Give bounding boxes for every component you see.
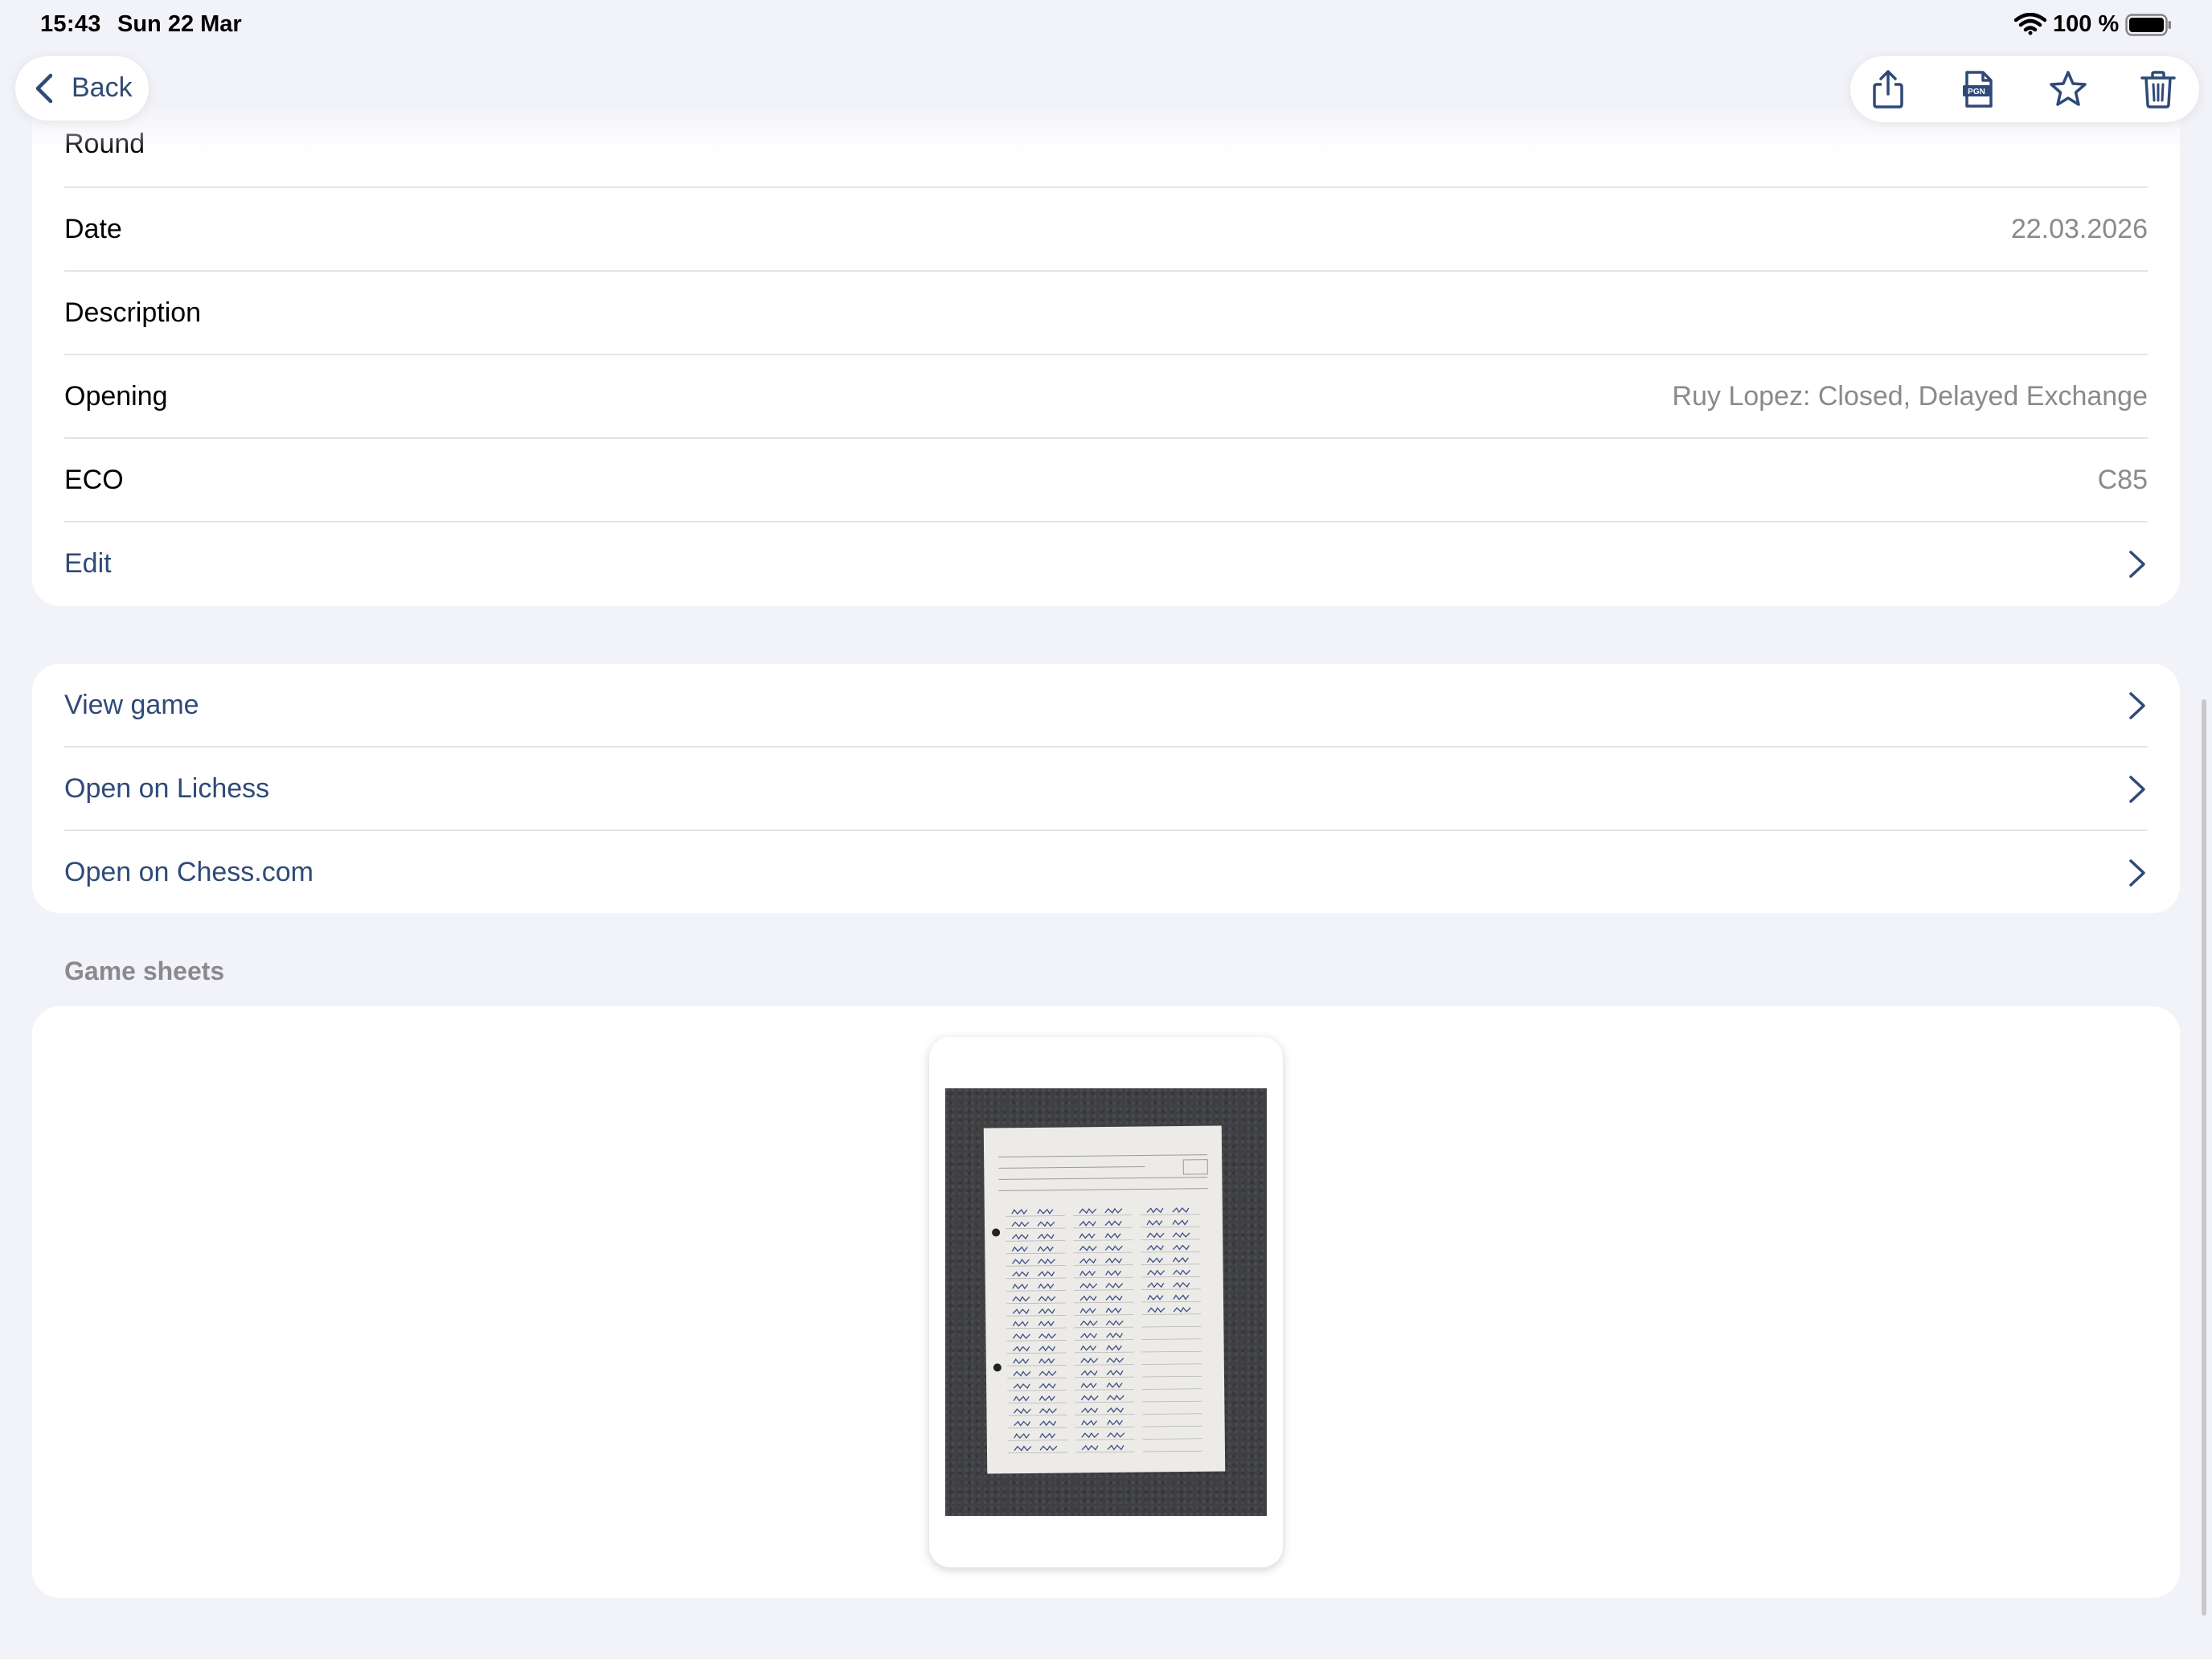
star-icon[interactable] <box>2048 69 2088 109</box>
status-date: Sun 22 Mar <box>117 11 242 37</box>
edit-row[interactable]: Edit <box>32 522 2180 606</box>
opening-row[interactable]: Opening Ruy Lopez: Closed, Delayed Excha… <box>32 355 2180 439</box>
battery-percent: 100 % <box>2053 11 2120 37</box>
game-sheet-thumbnail[interactable] <box>929 1037 1283 1567</box>
open-lichess-link[interactable]: Open on Lichess <box>64 773 269 805</box>
back-button[interactable]: Back <box>15 56 149 121</box>
view-game-link[interactable]: View game <box>64 690 199 721</box>
eco-row[interactable]: ECO C85 <box>32 439 2180 522</box>
game-sheets-title: Game sheets <box>64 956 225 985</box>
share-icon[interactable] <box>1868 69 1908 109</box>
eco-label: ECO <box>64 465 124 495</box>
opening-label: Opening <box>64 381 168 412</box>
pgn-badge-text: PGN <box>1968 88 1985 96</box>
description-row[interactable]: Description <box>32 272 2180 355</box>
score-sheet-paper <box>983 1125 1226 1474</box>
game-sheet-photo <box>945 1088 1267 1516</box>
open-chesscom-link[interactable]: Open on Chess.com <box>64 857 313 888</box>
chevron-left-icon <box>35 73 53 104</box>
view-game-row[interactable]: View game <box>32 664 2180 748</box>
opening-value: Ruy Lopez: Closed, Delayed Exchange <box>1672 381 2148 412</box>
chevron-right-icon <box>2129 551 2145 578</box>
date-value: 22.03.2026 <box>2010 214 2148 244</box>
round-label: Round <box>64 129 145 159</box>
pgn-file-icon[interactable]: PGN <box>1958 69 1998 109</box>
date-row[interactable]: Date 22.03.2026 <box>32 188 2180 272</box>
battery-icon <box>2125 14 2171 36</box>
trash-icon[interactable] <box>2138 69 2178 109</box>
status-bar: 15:43 Sun 22 Mar 100 % <box>0 0 2212 51</box>
chevron-right-icon <box>2129 859 2145 887</box>
back-label: Back <box>72 72 133 103</box>
actions-card: View game Open on Lichess Open on Chess.… <box>32 664 2180 913</box>
edit-link[interactable]: Edit <box>64 548 112 580</box>
scrollbar[interactable] <box>2202 699 2206 1616</box>
toolbar: PGN <box>1850 56 2199 122</box>
wifi-icon <box>2014 13 2046 35</box>
details-card: Round Date 22.03.2026 Description Openin… <box>32 80 2180 606</box>
chevron-right-icon <box>2129 776 2145 803</box>
open-lichess-row[interactable]: Open on Lichess <box>32 748 2180 831</box>
open-chesscom-row[interactable]: Open on Chess.com <box>32 831 2180 915</box>
chevron-right-icon <box>2129 692 2145 719</box>
description-label: Description <box>64 297 202 328</box>
date-label: Date <box>64 214 122 244</box>
score-sheet-drawing <box>992 1154 1208 1454</box>
eco-value: C85 <box>2097 465 2148 495</box>
status-time: 15:43 <box>40 11 101 37</box>
